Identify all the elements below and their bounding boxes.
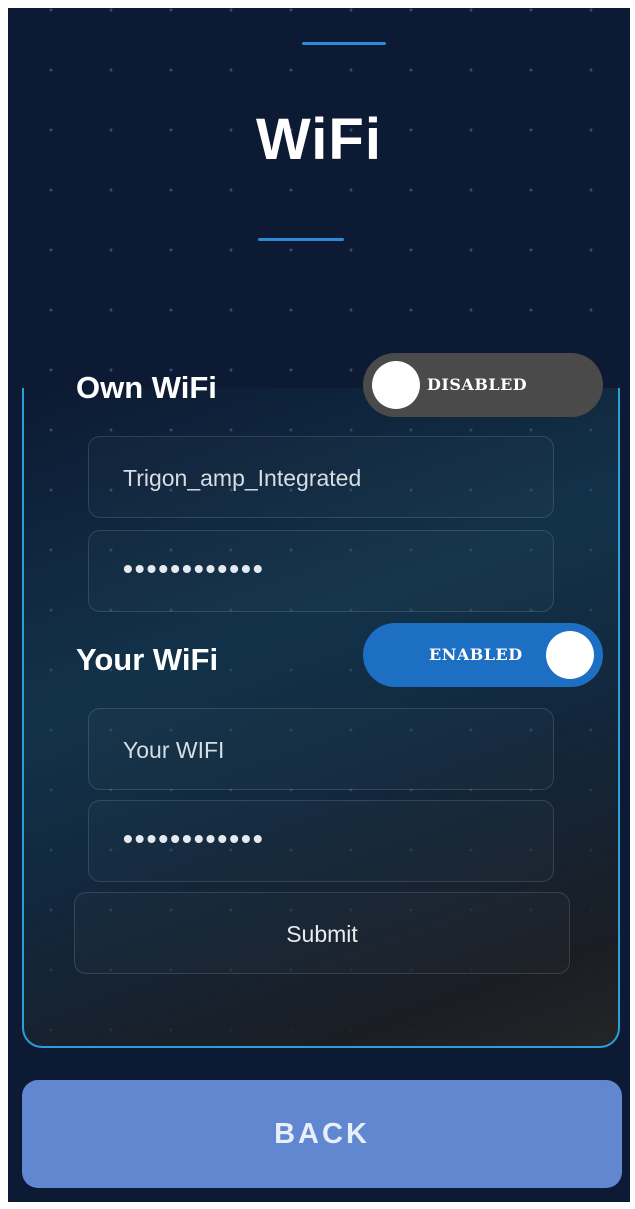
title-top-divider <box>302 42 386 45</box>
back-button[interactable]: BACK <box>22 1080 622 1188</box>
own-wifi-toggle[interactable]: DISABLED <box>363 353 603 417</box>
your-wifi-password-field[interactable]: •••••••••••• <box>88 800 554 882</box>
own-wifi-toggle-state: DISABLED <box>427 375 528 394</box>
your-wifi-toggle[interactable]: ENABLED <box>363 623 603 687</box>
your-wifi-label: Your WiFi <box>76 642 219 677</box>
wifi-settings-screen: WiFi Own WiFi DISABLED Trigon_amp_Integr… <box>8 8 630 1202</box>
your-wifi-toggle-state: ENABLED <box>429 645 523 664</box>
own-wifi-label: Own WiFi <box>76 370 217 405</box>
your-wifi-ssid-field[interactable]: Your WIFI <box>88 708 554 790</box>
toggle-knob <box>372 361 420 409</box>
own-wifi-ssid-field[interactable]: Trigon_amp_Integrated <box>88 436 554 518</box>
own-wifi-password-field[interactable]: •••••••••••• <box>88 530 554 612</box>
own-wifi-password-masked: •••••••••••• <box>123 553 265 584</box>
submit-button[interactable]: Submit <box>74 892 570 974</box>
page-title: WiFi <box>256 107 382 172</box>
title-bottom-divider <box>258 238 344 241</box>
your-wifi-ssid-placeholder: Your WIFI <box>123 737 225 763</box>
toggle-knob <box>546 631 594 679</box>
your-wifi-password-masked: •••••••••••• <box>123 823 265 854</box>
own-wifi-ssid-value: Trigon_amp_Integrated <box>123 465 362 491</box>
